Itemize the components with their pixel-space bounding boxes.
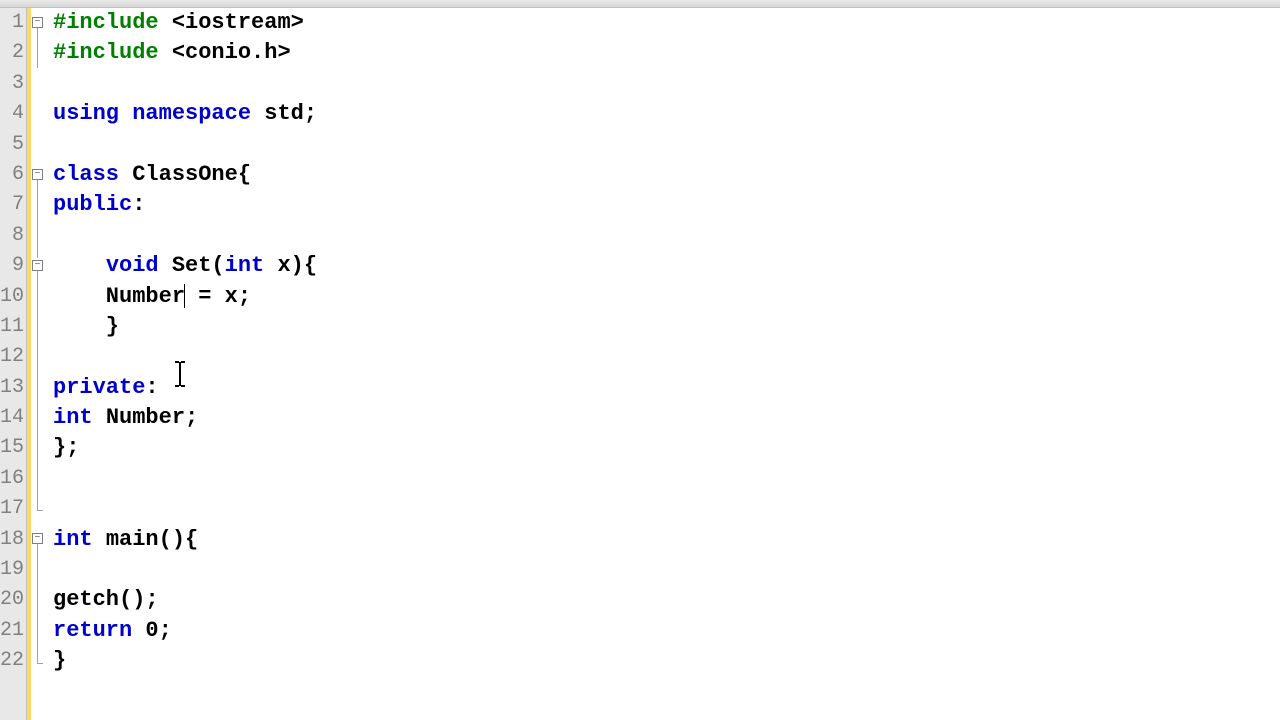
line-number: 14 [0, 403, 26, 433]
line-number: 1 [0, 8, 26, 38]
code-line[interactable]: private: [53, 373, 1280, 403]
fold-guide [37, 271, 38, 511]
code-text: } [53, 648, 66, 673]
keyword-token: using [53, 101, 132, 126]
code-text: : [145, 375, 158, 400]
fold-guide [37, 544, 38, 664]
line-number: 19 [0, 555, 26, 585]
code-line[interactable]: class ClassOne{ [53, 160, 1280, 190]
fold-toggle-icon[interactable]: − [32, 533, 43, 544]
line-number: 10 [0, 282, 26, 312]
fold-column: − − − − [31, 8, 45, 720]
include-target: <iostream> [172, 10, 304, 35]
code-line[interactable]: } [53, 312, 1280, 342]
code-line[interactable]: #include <iostream> [53, 8, 1280, 38]
line-number-gutter: 1 2 3 4 5 6 7 8 9 10 11 12 13 14 15 16 1… [0, 8, 27, 720]
line-number: 3 [0, 69, 26, 99]
line-number: 5 [0, 130, 26, 160]
line-number: 2 [0, 38, 26, 68]
code-text: ClassOne{ [132, 162, 251, 187]
preproc-token: #include [53, 40, 172, 65]
fold-guide [37, 28, 38, 68]
code-line[interactable] [53, 464, 1280, 494]
line-number: 17 [0, 494, 26, 524]
code-line[interactable]: return 0; [53, 616, 1280, 646]
keyword-token: class [53, 162, 132, 187]
window-top-edge [0, 0, 1280, 8]
keyword-token: void [106, 253, 172, 278]
code-text: Number; [106, 405, 198, 430]
code-line[interactable] [53, 494, 1280, 524]
keyword-token: int [225, 253, 278, 278]
line-number: 18 [0, 525, 26, 555]
code-line[interactable]: public: [53, 190, 1280, 220]
code-line[interactable]: void Set(int x){ [53, 251, 1280, 281]
code-text [53, 253, 106, 278]
fold-toggle-icon[interactable]: − [32, 260, 43, 271]
code-line[interactable]: getch(); [53, 585, 1280, 615]
line-number: 13 [0, 373, 26, 403]
code-text: = x; [185, 284, 251, 309]
line-number: 21 [0, 616, 26, 646]
line-number: 16 [0, 464, 26, 494]
code-text: 0; [145, 618, 171, 643]
code-area[interactable]: #include <iostream> #include <conio.h> u… [45, 8, 1280, 720]
code-line[interactable] [53, 69, 1280, 99]
code-line[interactable]: using namespace std; [53, 99, 1280, 129]
fold-guide-end [37, 510, 43, 511]
code-text: Set( [172, 253, 225, 278]
code-text: : [132, 192, 145, 217]
preproc-token: #include [53, 10, 172, 35]
line-number: 20 [0, 585, 26, 615]
fold-guide-end [37, 663, 43, 664]
code-text: std; [264, 101, 317, 126]
fold-toggle-icon[interactable]: − [32, 17, 43, 28]
code-text: main(){ [106, 527, 198, 552]
code-text: x){ [277, 253, 317, 278]
keyword-token: namespace [132, 101, 264, 126]
keyword-token: public [53, 192, 132, 217]
line-number: 15 [0, 433, 26, 463]
code-line[interactable]: Number = x; [53, 282, 1280, 312]
code-line[interactable]: } [53, 646, 1280, 676]
code-text: getch(); [53, 587, 159, 612]
keyword-token: return [53, 618, 145, 643]
code-text: } [53, 314, 119, 339]
code-editor: 1 2 3 4 5 6 7 8 9 10 11 12 13 14 15 16 1… [0, 8, 1280, 720]
line-number: 9 [0, 251, 26, 281]
fold-guide [37, 180, 38, 258]
fold-toggle-icon[interactable]: − [32, 169, 43, 180]
line-number: 22 [0, 646, 26, 676]
line-number: 11 [0, 312, 26, 342]
include-target: <conio.h> [172, 40, 291, 65]
code-line[interactable]: #include <conio.h> [53, 38, 1280, 68]
code-line[interactable]: int main(){ [53, 525, 1280, 555]
code-text: Number [53, 284, 185, 309]
code-text: }; [53, 435, 79, 460]
code-line[interactable]: int Number; [53, 403, 1280, 433]
line-number: 6 [0, 160, 26, 190]
keyword-token: private [53, 375, 145, 400]
code-line[interactable] [53, 342, 1280, 372]
code-line[interactable] [53, 555, 1280, 585]
keyword-token: int [53, 527, 106, 552]
code-line[interactable] [53, 130, 1280, 160]
keyword-token: int [53, 405, 106, 430]
line-number: 12 [0, 342, 26, 372]
line-number: 8 [0, 221, 26, 251]
line-number: 7 [0, 190, 26, 220]
line-number: 4 [0, 99, 26, 129]
code-line[interactable] [53, 221, 1280, 251]
code-line[interactable]: }; [53, 433, 1280, 463]
